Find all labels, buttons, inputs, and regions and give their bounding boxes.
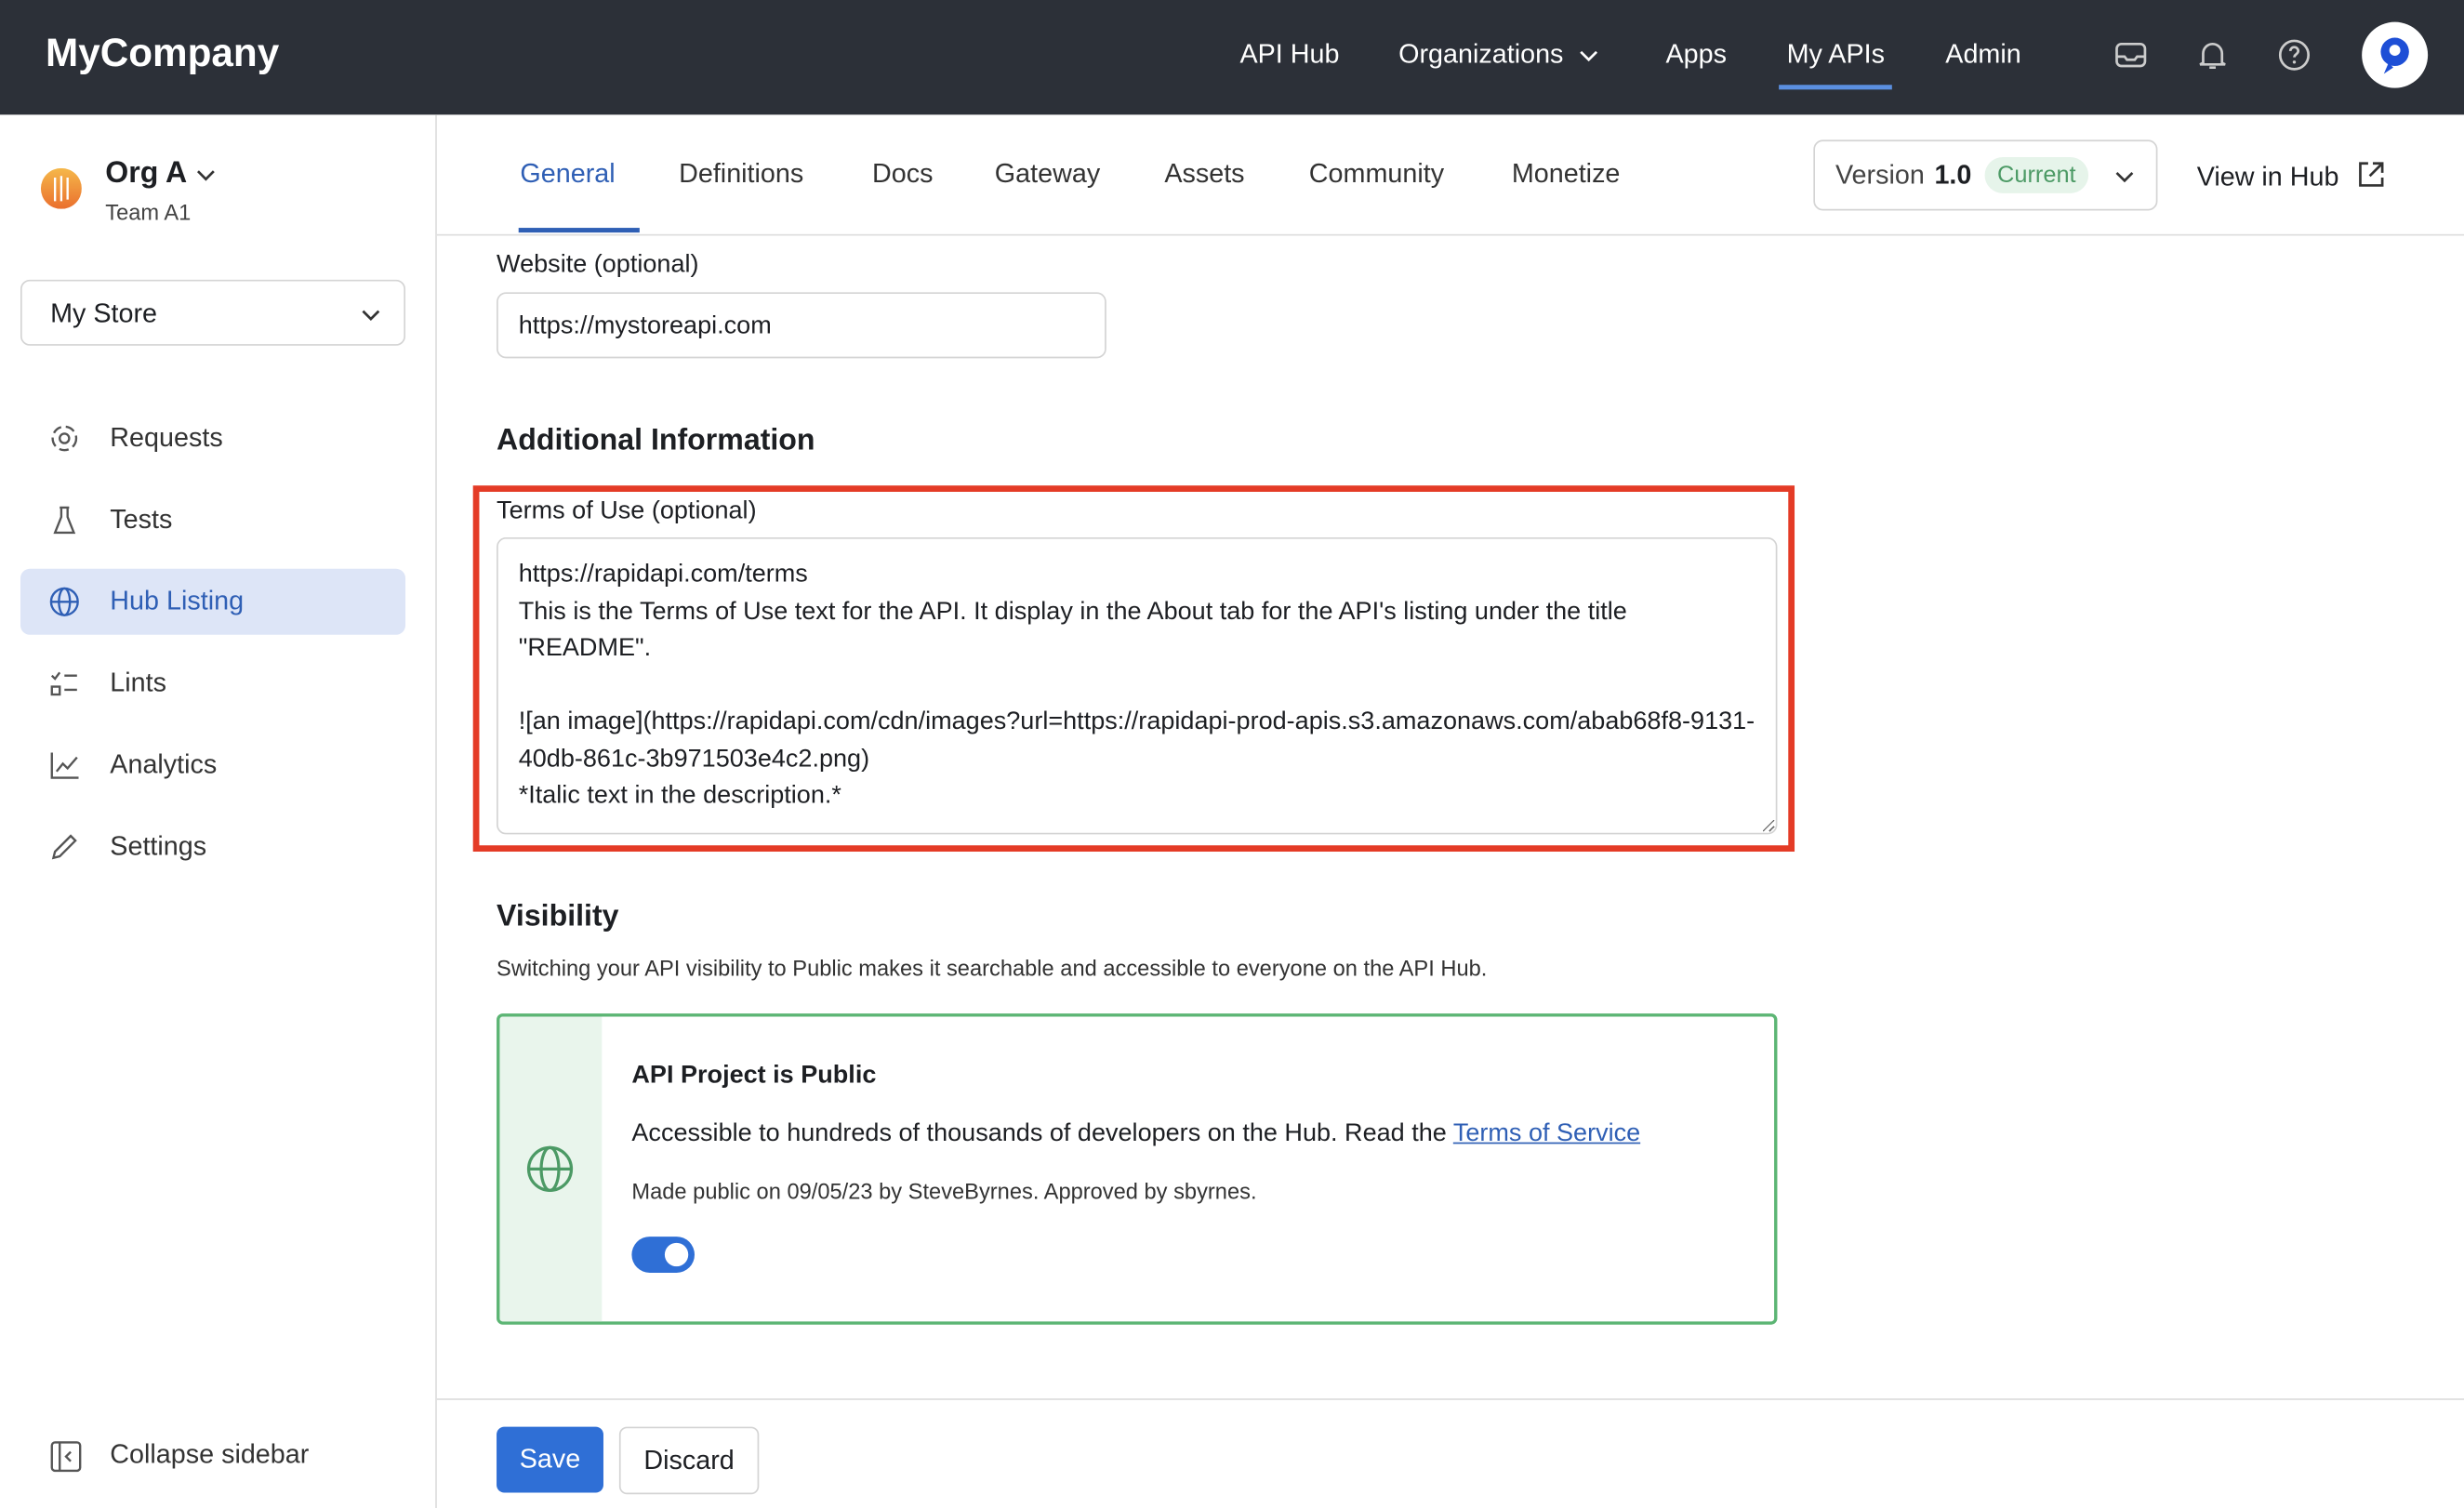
team-name: Team A1 bbox=[105, 199, 192, 225]
sidebar-item-label: Hub Listing bbox=[110, 586, 245, 616]
tab-assets[interactable]: Assets bbox=[1164, 159, 1244, 191]
sidebar-item-hub-listing[interactable]: Hub Listing bbox=[20, 568, 406, 635]
footer-divider bbox=[436, 1398, 2464, 1400]
view-in-hub-label: View in Hub bbox=[2196, 162, 2339, 192]
sidebar-item-label: Tests bbox=[110, 504, 173, 535]
current-badge: Current bbox=[1984, 157, 2089, 193]
pencil-icon bbox=[51, 834, 77, 860]
org-label: Org A bbox=[105, 157, 187, 191]
collapse-label: Collapse sidebar bbox=[110, 1439, 310, 1470]
sidebar-item-lints[interactable]: Lints bbox=[20, 651, 405, 717]
website-label: Website (optional) bbox=[497, 251, 699, 279]
public-visibility-card: API Project is Public Accessible to hund… bbox=[497, 1013, 1778, 1325]
globe-icon bbox=[49, 587, 79, 616]
collapse-sidebar-button[interactable]: Collapse sidebar bbox=[20, 1422, 405, 1488]
sidebar-item-tests[interactable]: Tests bbox=[20, 487, 405, 553]
view-in-hub-link[interactable]: View in Hub bbox=[2197, 159, 2388, 193]
project-select[interactable]: My Store bbox=[20, 279, 406, 346]
project-value: My Store bbox=[50, 298, 158, 329]
sidebar-item-label: Lints bbox=[110, 668, 167, 698]
public-description: Accessible to hundreds of thousands of d… bbox=[631, 1120, 1640, 1148]
version-number: 1.0 bbox=[1934, 160, 1972, 191]
help-icon[interactable] bbox=[2277, 38, 2312, 73]
flask-icon bbox=[53, 506, 76, 535]
terms-label: Terms of Use (optional) bbox=[497, 497, 757, 525]
nav-api-hub[interactable]: API Hub bbox=[1239, 39, 1339, 71]
external-link-icon bbox=[2359, 162, 2384, 187]
tab-general[interactable]: General bbox=[518, 159, 642, 233]
tab-docs[interactable]: Docs bbox=[872, 159, 933, 191]
save-button[interactable]: Save bbox=[497, 1426, 603, 1493]
tab-community[interactable]: Community bbox=[1309, 159, 1444, 191]
card-icon-panel bbox=[499, 1016, 603, 1322]
tab-gateway[interactable]: Gateway bbox=[995, 159, 1100, 191]
terms-textarea[interactable]: https://rapidapi.com/terms This is the T… bbox=[497, 536, 1778, 835]
tab-monetize[interactable]: Monetize bbox=[1512, 159, 1621, 191]
sidebar-item-label: Requests bbox=[110, 422, 223, 453]
visibility-description: Switching your API visibility to Public … bbox=[497, 955, 1488, 981]
sidebar-item-requests[interactable]: Requests bbox=[20, 405, 405, 471]
website-value: https://mystoreapi.com bbox=[518, 312, 772, 340]
public-desc-text: Accessible to hundreds of thousands of d… bbox=[631, 1120, 1447, 1147]
public-toggle[interactable] bbox=[631, 1237, 695, 1273]
globe-icon bbox=[526, 1145, 574, 1193]
nav-admin[interactable]: Admin bbox=[1945, 39, 2020, 71]
tab-bar: General Definitions Docs Gateway Assets … bbox=[436, 114, 2464, 236]
chevron-down-icon bbox=[196, 170, 215, 181]
public-title: API Project is Public bbox=[631, 1062, 877, 1090]
user-logo-icon bbox=[2380, 37, 2409, 74]
org-logo-icon bbox=[40, 167, 82, 209]
nav-my-apis[interactable]: My APIs bbox=[1779, 39, 1894, 90]
chart-icon bbox=[50, 752, 79, 779]
sidebar-item-label: Settings bbox=[110, 831, 207, 862]
version-select[interactable]: Version 1.0 Current bbox=[1813, 139, 2158, 211]
sidebar-item-analytics[interactable]: Analytics bbox=[20, 733, 405, 799]
additional-info-heading: Additional Information bbox=[497, 424, 815, 457]
chevron-down-icon bbox=[2115, 171, 2134, 183]
nav-apps[interactable]: Apps bbox=[1665, 39, 1726, 71]
avatar[interactable] bbox=[2362, 21, 2429, 88]
nav-organizations[interactable]: Organizations bbox=[1398, 39, 1599, 71]
nav-label: Organizations bbox=[1398, 39, 1564, 70]
terms-of-service-link[interactable]: Terms of Service bbox=[1453, 1120, 1640, 1147]
bell-icon[interactable] bbox=[2195, 38, 2230, 73]
sidebar-item-settings[interactable]: Settings bbox=[20, 814, 405, 880]
discard-button[interactable]: Discard bbox=[618, 1426, 760, 1495]
version-label: Version bbox=[1835, 160, 1925, 191]
public-meta: Made public on 09/05/23 by SteveByrnes. … bbox=[631, 1178, 1257, 1204]
org-name[interactable]: Org A bbox=[105, 157, 216, 192]
visibility-heading: Visibility bbox=[497, 900, 619, 933]
chevron-down-icon bbox=[362, 310, 380, 321]
requests-icon bbox=[51, 425, 78, 452]
website-input[interactable]: https://mystoreapi.com bbox=[497, 292, 1106, 359]
top-nav-bar: MyCompany API Hub Organizations Apps My … bbox=[0, 0, 2464, 115]
brand-logo[interactable]: MyCompany bbox=[46, 32, 279, 77]
inbox-icon[interactable] bbox=[2113, 38, 2148, 73]
tab-definitions[interactable]: Definitions bbox=[679, 159, 803, 191]
collapse-sidebar-icon bbox=[50, 1441, 82, 1473]
chevron-down-icon bbox=[1579, 50, 1597, 62]
sidebar-item-label: Analytics bbox=[110, 749, 218, 780]
lints-icon bbox=[50, 671, 77, 696]
sidebar: Org A Team A1 My Store Requests Tests Hu… bbox=[0, 114, 437, 1508]
